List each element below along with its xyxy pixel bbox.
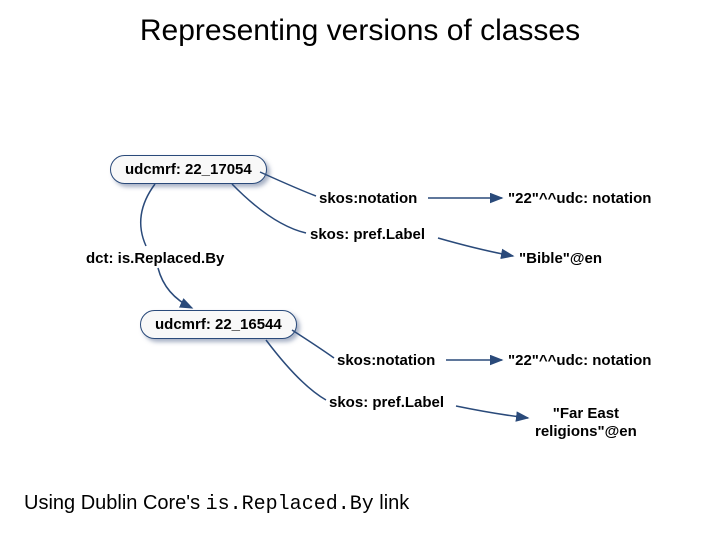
- edge-label-skos-notation-1: skos:notation: [319, 190, 417, 207]
- node-22-16544: udcmrf: 22_16544: [140, 310, 297, 339]
- footer-text: Using Dublin Core's is.Replaced.By link: [24, 492, 409, 516]
- literal-notation-2: "22"^^udc: notation: [508, 352, 651, 369]
- footer-after: link: [374, 492, 410, 514]
- edge-label-skos-preflabel-2: skos: pref.Label: [329, 394, 444, 411]
- footer-before: Using Dublin Core's: [24, 492, 206, 514]
- edge-label-skos-preflabel-1: skos: pref.Label: [310, 226, 425, 243]
- edge-label-skos-notation-2: skos:notation: [337, 352, 435, 369]
- footer-code: is.Replaced.By: [206, 493, 374, 516]
- edge-label-dct-isreplacedby: dct: is.Replaced.By: [86, 250, 224, 267]
- diagram-arrows: [0, 0, 720, 540]
- literal-preflabel-1: "Bible"@en: [519, 250, 602, 267]
- literal-preflabel-2-line2: religions"@en: [535, 423, 637, 440]
- literal-preflabel-2-line1: "Far East: [553, 405, 619, 422]
- page-title: Representing versions of classes: [140, 14, 580, 48]
- literal-notation-1: "22"^^udc: notation: [508, 190, 651, 207]
- node-22-17054: udcmrf: 22_17054: [110, 155, 267, 184]
- literal-preflabel-2: "Far East religions"@en: [535, 405, 637, 441]
